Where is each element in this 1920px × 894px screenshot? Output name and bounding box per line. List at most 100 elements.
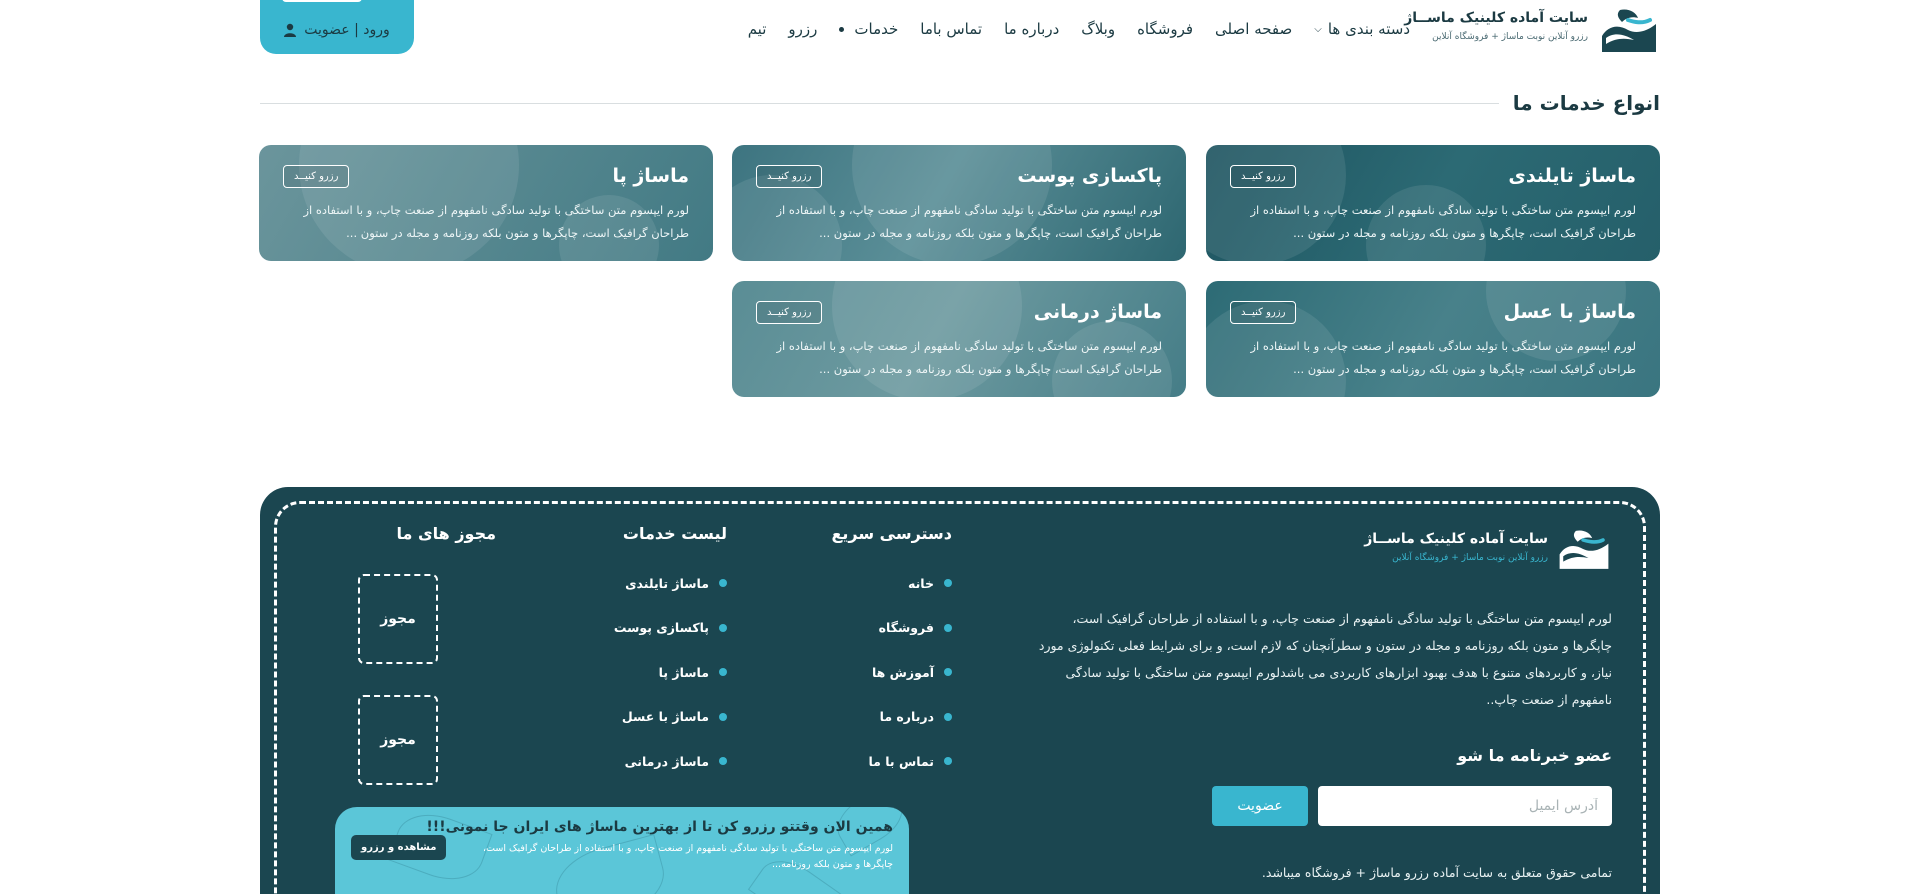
- bullet-icon: [719, 579, 727, 588]
- nav-item-categories[interactable]: دسته بندی ها ⌵: [1314, 20, 1410, 38]
- book-button[interactable]: رزرو کنیــد: [756, 300, 823, 324]
- nav-item-about[interactable]: درباره ما: [1004, 20, 1059, 38]
- promo-description: لورم ایپسوم متن ساختگی با تولید سادگی نا…: [482, 843, 893, 870]
- bullet-icon: [944, 668, 952, 677]
- section-title: انواع خدمات ما: [1512, 91, 1660, 115]
- service-card-thai[interactable]: ماساژ تایلندی رزرو کنیــد لورم ایپسوم مت…: [1206, 145, 1660, 261]
- nav-label: تماس باما: [920, 20, 983, 38]
- quick-link-about[interactable]: درباره ما: [868, 695, 952, 740]
- card-description: لورم ایپسوم متن ساختگی با تولید سادگی نا…: [1250, 203, 1637, 240]
- link-label: آموزش ها: [871, 664, 934, 680]
- user-icon: [284, 23, 297, 37]
- link-label: ماساژ پا: [658, 664, 709, 680]
- nav-item-shop[interactable]: فروشگاه: [1137, 20, 1193, 38]
- bullet-icon: [944, 712, 952, 721]
- link-label: خانه: [908, 575, 934, 591]
- nav-label: رزرو: [788, 20, 818, 38]
- license-badge[interactable]: مجوز: [358, 574, 438, 664]
- bullet-icon: [719, 712, 727, 721]
- service-link-honey[interactable]: ماساژ با عسل: [614, 695, 727, 740]
- card-description: لورم ایپسوم متن ساختگی با تولید سادگی نا…: [303, 203, 690, 240]
- site-footer: سایت آماده کلینیک ماســاژ رزرو آنلاین نو…: [260, 487, 1660, 894]
- link-label: ماساژ تایلندی: [625, 575, 709, 591]
- login-label: ورود | عضویت: [304, 22, 390, 38]
- link-label: تماس با ما: [868, 753, 934, 769]
- quick-link-contact[interactable]: تماس با ما: [868, 739, 952, 784]
- quick-access-list: خانه فروشگاه آموزش ها درباره ما تماس با …: [868, 561, 952, 784]
- login-register-button[interactable]: ورود | عضویت: [260, 0, 414, 54]
- book-button[interactable]: رزرو کنیــد: [756, 164, 823, 188]
- card-description: لورم ایپسوم متن ساختگی با تولید سادگی نا…: [1250, 339, 1637, 376]
- nav-item-home[interactable]: صفحه اصلی: [1215, 20, 1292, 38]
- service-link-therapeutic[interactable]: ماساژ درمانی: [614, 739, 727, 784]
- nav-item-booking[interactable]: رزرو: [788, 20, 817, 38]
- card-title: پاکسازی پوست: [1017, 165, 1162, 187]
- bullet-icon: [944, 579, 952, 588]
- licenses-title: مجوز های ما: [396, 524, 497, 543]
- logo[interactable]: سایت آماده کلینیک ماســاژ رزرو آنلاین نو…: [1404, 6, 1660, 54]
- quick-link-shop[interactable]: فروشگاه: [868, 606, 952, 651]
- login-tab-decoration: [282, 0, 362, 2]
- service-link-skin[interactable]: پاکسازی پوست: [614, 606, 727, 651]
- bullet-icon: [719, 757, 727, 766]
- book-button[interactable]: رزرو کنیــد: [283, 164, 350, 188]
- nav-item-team[interactable]: تیم: [748, 20, 767, 38]
- newsletter-title: عضو خبرنامه ما شو: [1457, 746, 1612, 765]
- services-section-header: انواع خدمات ما: [260, 88, 1660, 118]
- card-title: ماساژ پا: [612, 165, 689, 187]
- link-label: فروشگاه: [878, 620, 934, 636]
- booking-promo-banner: همین الان وقتتو رزرو کن تا از بهترین ماس…: [335, 807, 909, 894]
- card-title: ماساژ درمانی: [1033, 301, 1162, 323]
- nav-label: صفحه اصلی: [1215, 20, 1293, 38]
- nav-item-blog[interactable]: وبلاگ: [1081, 20, 1115, 38]
- bullet-icon: [719, 668, 727, 677]
- nav-label: فروشگاه: [1137, 20, 1194, 38]
- card-description: لورم ایپسوم متن ساختگی با تولید سادگی نا…: [776, 339, 1163, 376]
- logo-title: سایت آماده کلینیک ماســاژ: [1404, 10, 1588, 26]
- service-link-thai[interactable]: ماساژ تایلندی: [614, 561, 727, 606]
- card-title: ماساژ تایلندی: [1508, 165, 1636, 187]
- service-card-foot[interactable]: ماساژ پا رزرو کنیــد لورم ایپسوم متن ساخ…: [259, 145, 713, 261]
- link-label: ماساژ با عسل: [621, 709, 709, 725]
- nav-label: وبلاگ: [1081, 20, 1116, 38]
- site-header: سایت آماده کلینیک ماســاژ رزرو آنلاین نو…: [0, 0, 1920, 62]
- newsletter-email-input[interactable]: [1318, 786, 1612, 826]
- section-divider: [260, 102, 1499, 104]
- logo-subtitle: رزرو آنلاین نوبت ماساژ + فروشگاه آنلاین: [1432, 32, 1588, 42]
- services-list: ماساژ تایلندی پاکسازی پوست ماساژ پا ماسا…: [614, 561, 727, 784]
- nav-item-contact[interactable]: تماس باما: [920, 20, 982, 38]
- nav-item-services[interactable]: خدمات: [839, 20, 898, 38]
- license-badge[interactable]: مجوز: [358, 695, 438, 785]
- nav-label: تیم: [747, 20, 767, 38]
- book-button[interactable]: رزرو کنیــد: [1230, 164, 1297, 188]
- promo-title: همین الان وقتتو رزرو کن تا از بهترین ماس…: [426, 819, 893, 835]
- service-card-honey[interactable]: ماساژ با عسل رزرو کنیــد لورم ایپسوم متن…: [1206, 281, 1660, 397]
- view-and-book-button[interactable]: مشاهده و رزرو: [351, 835, 447, 860]
- bullet-icon: [944, 623, 952, 632]
- chevron-down-icon: ⌵: [1314, 23, 1322, 35]
- main-nav: دسته بندی ها ⌵ صفحه اصلی فروشگاه وبلاگ د…: [726, 20, 1410, 38]
- footer-logo-subtitle: رزرو آنلاین نوبت ماساژ + فروشگاه آنلاین: [1392, 553, 1548, 563]
- card-title: ماساژ با عسل: [1503, 301, 1636, 323]
- card-description: لورم ایپسوم متن ساختگی با تولید سادگی نا…: [776, 203, 1163, 240]
- logo-icon: [1602, 9, 1656, 52]
- bullet-icon: [944, 757, 952, 766]
- footer-logo[interactable]: سایت آماده کلینیک ماســاژ رزرو آنلاین نو…: [1364, 527, 1612, 571]
- footer-logo-title: سایت آماده کلینیک ماســاژ: [1364, 531, 1548, 547]
- nav-label: دسته بندی ها: [1327, 20, 1410, 38]
- footer-about-text: لورم ایپسوم متن ساختگی با تولید سادگی نا…: [1038, 611, 1612, 707]
- bullet-icon: [719, 623, 727, 632]
- book-button[interactable]: رزرو کنیــد: [1230, 300, 1297, 324]
- link-label: پاکسازی پوست: [613, 620, 709, 636]
- quick-link-home[interactable]: خانه: [868, 561, 952, 606]
- subscribe-button[interactable]: عضویت: [1212, 786, 1308, 826]
- services-list-title: لیست خدمات: [622, 524, 727, 543]
- link-label: ماساژ درمانی: [624, 753, 709, 769]
- service-card-skin-cleansing[interactable]: پاکسازی پوست رزرو کنیــد لورم ایپسوم متن…: [732, 145, 1186, 261]
- quick-access-title: دسترسی سریع: [831, 524, 952, 543]
- quick-link-tutorials[interactable]: آموزش ها: [868, 650, 952, 695]
- service-link-foot[interactable]: ماساژ پا: [614, 650, 727, 695]
- nav-label: درباره ما: [1004, 20, 1060, 38]
- service-card-therapeutic[interactable]: ماساژ درمانی رزرو کنیــد لورم ایپسوم متن…: [732, 281, 1186, 397]
- nav-label: خدمات: [854, 20, 899, 38]
